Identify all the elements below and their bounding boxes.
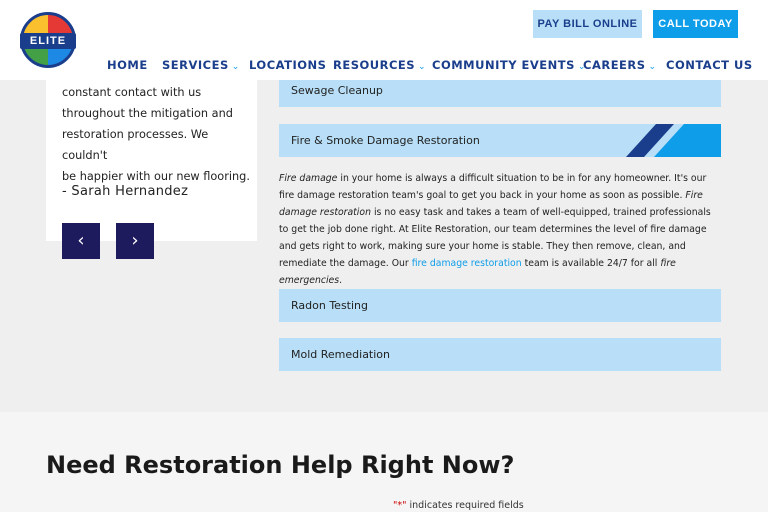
- logo-text: ELITE: [20, 33, 76, 49]
- nav-locations[interactable]: LOCATIONS: [249, 58, 326, 72]
- required-fields-note: "*" indicates required fields: [393, 500, 524, 511]
- accordion-radon-testing[interactable]: Radon Testing: [279, 289, 721, 322]
- nav-community-events-label: COMMUNITY EVENTS: [432, 58, 575, 72]
- accordion-label: Fire & Smoke Damage Restoration: [291, 134, 480, 147]
- accordion-fire-smoke-body: Fire damage in your home is always a dif…: [279, 170, 721, 289]
- body-text: team is available 24/7 for all: [521, 258, 661, 269]
- chevron-right-icon: ›: [131, 230, 139, 251]
- nav-resources-label: RESOURCES: [333, 58, 416, 72]
- nav-home[interactable]: HOME: [107, 58, 148, 72]
- quote-line: throughout the mitigation and: [62, 107, 233, 120]
- nav-home-label: HOME: [107, 58, 148, 72]
- accordion-accent-stripe: [626, 124, 721, 157]
- chevron-left-icon: ‹: [77, 230, 85, 251]
- nav-careers[interactable]: CAREERS ⌄: [583, 58, 657, 72]
- accordion-label: Radon Testing: [291, 299, 368, 312]
- testimonial-prev-button[interactable]: ‹: [62, 223, 100, 259]
- nav-locations-label: LOCATIONS: [249, 58, 327, 72]
- nav-contact-us-label: CONTACT US: [666, 58, 753, 72]
- testimonial-author: - Sarah Hernandez: [62, 184, 189, 199]
- testimonial-next-button[interactable]: ›: [116, 223, 154, 259]
- required-star: "*": [393, 500, 407, 511]
- fire-damage-restoration-link[interactable]: fire damage restoration: [412, 258, 522, 269]
- main-nav: HOME SERVICES ⌄ LOCATIONS RESOURCES ⌄ COMM…: [0, 58, 768, 74]
- quote-line: constant contact with us: [62, 86, 202, 99]
- cta-title: Need Restoration Help Right Now?: [46, 451, 515, 479]
- testimonial-quote: constant contact with us throughout the …: [62, 82, 252, 187]
- required-text: indicates required fields: [406, 500, 524, 511]
- pay-bill-online-button[interactable]: PAY BILL ONLINE: [533, 10, 642, 38]
- nav-contact-us[interactable]: CONTACT US: [666, 58, 753, 72]
- body-text: .: [339, 275, 343, 286]
- nav-resources[interactable]: RESOURCES ⌄: [333, 58, 426, 72]
- quote-line: restoration processes. We couldn't: [62, 128, 209, 162]
- nav-community-events[interactable]: COMMUNITY EVENTS ⌄: [432, 58, 586, 72]
- emphasis-text: Fire damage: [279, 173, 338, 184]
- nav-careers-label: CAREERS: [583, 58, 646, 72]
- chevron-down-icon: ⌄: [231, 62, 240, 72]
- call-today-button[interactable]: CALL TODAY: [653, 10, 738, 38]
- accordion-mold-remediation[interactable]: Mold Remediation: [279, 338, 721, 371]
- site-header: ELITE PAY BILL ONLINE CALL TODAY HOME SE…: [0, 0, 768, 80]
- body-text: in your home is always a difficult situa…: [279, 173, 707, 201]
- accordion-label: Mold Remediation: [291, 348, 391, 361]
- chevron-down-icon: ⌄: [648, 62, 657, 72]
- nav-services-label: SERVICES: [162, 58, 229, 72]
- chevron-down-icon: ⌄: [418, 62, 427, 72]
- accordion-fire-smoke-damage[interactable]: Fire & Smoke Damage Restoration: [279, 124, 721, 157]
- nav-services[interactable]: SERVICES ⌄: [162, 58, 240, 72]
